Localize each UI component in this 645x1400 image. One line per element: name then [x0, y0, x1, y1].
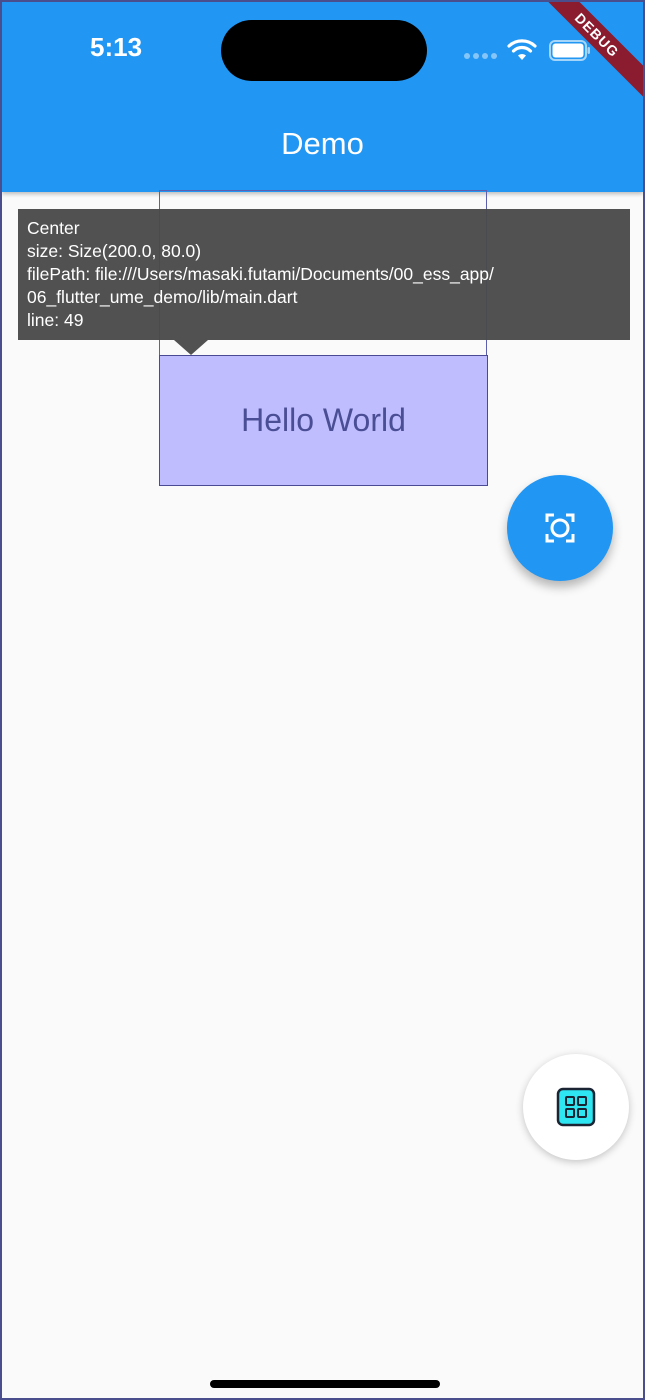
app-screen: 5:13 DEBUG Demo Hello World Center size:… — [0, 0, 645, 1400]
selected-widget-highlight[interactable]: Hello World — [159, 355, 488, 486]
tooltip-arrow — [174, 340, 208, 355]
page-title: Demo — [281, 126, 364, 161]
hello-world-text: Hello World — [241, 402, 406, 438]
ume-panel-button[interactable] — [523, 1054, 629, 1160]
battery-icon — [549, 40, 590, 61]
tooltip-filepath-cont: 06_flutter_ume_demo/lib/main.dart — [27, 287, 298, 307]
grid-widget-icon — [556, 1087, 596, 1127]
cellular-signal-icon — [464, 53, 498, 59]
inspector-tooltip: Center size: Size(200.0, 80.0) filePath:… — [18, 209, 630, 340]
tooltip-filepath: filePath: file:///Users/masaki.futami/Do… — [27, 264, 494, 284]
app-bar: 5:13 DEBUG Demo — [2, 2, 643, 192]
inspect-fab-button[interactable] — [507, 475, 613, 581]
dynamic-island — [221, 20, 427, 81]
tooltip-line: line: 49 — [27, 310, 84, 330]
home-indicator[interactable] — [210, 1380, 440, 1388]
tooltip-size: size: Size(200.0, 80.0) — [27, 241, 202, 261]
center-focus-icon — [545, 513, 575, 543]
wifi-icon — [507, 39, 537, 60]
status-time: 5:13 — [90, 32, 143, 62]
tooltip-widget-name: Center — [27, 218, 80, 238]
